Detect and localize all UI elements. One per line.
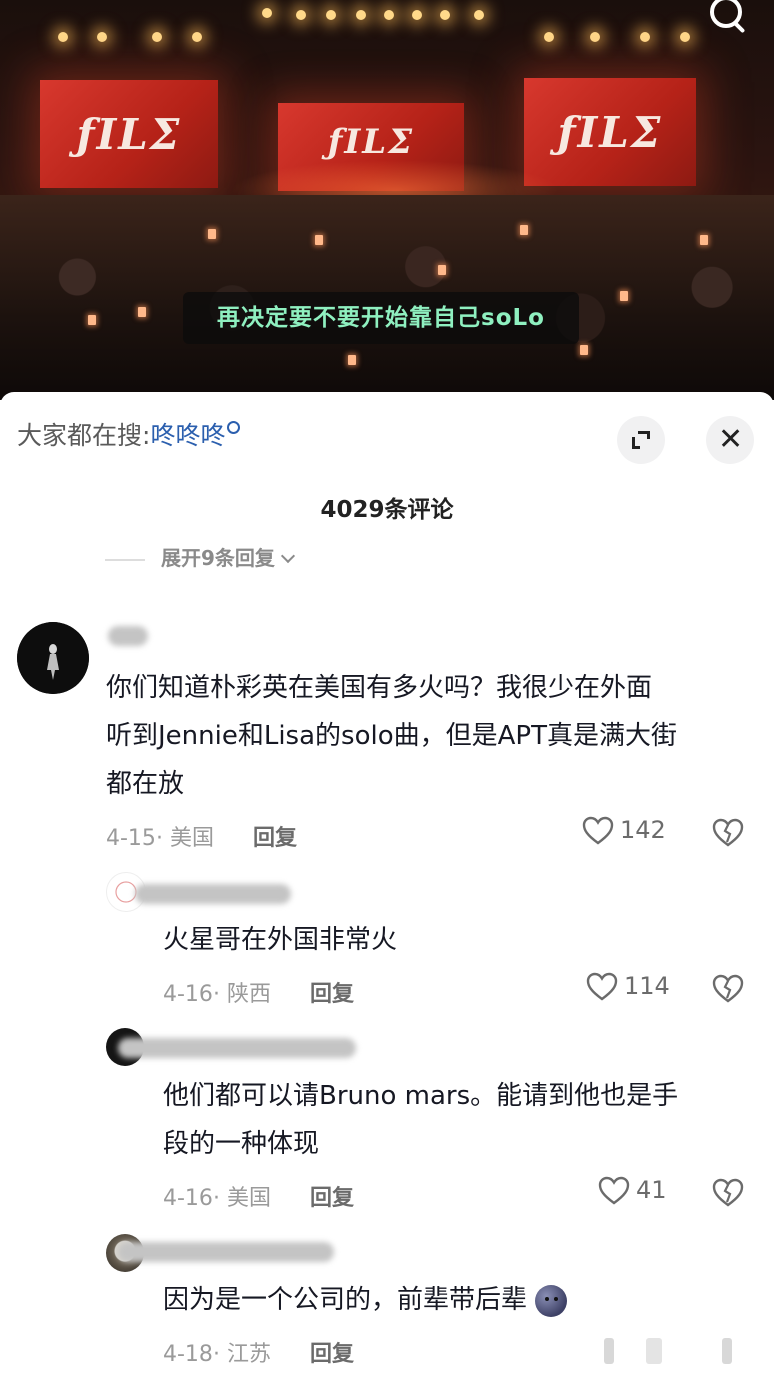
like-count: 114 [624, 972, 670, 1000]
crowd-phone [138, 307, 146, 317]
reply-text: 他们都可以请Bruno mars。能请到他也是手 段的一种体现 [163, 1072, 678, 1168]
watermark-icon [604, 1338, 732, 1364]
screen-logo: ƒILΣ [557, 108, 663, 158]
stage-light [412, 10, 422, 20]
broken-heart-icon [712, 974, 744, 1003]
reply-meta: 4-16· 美国 回复 [163, 1186, 354, 1211]
reply-location: 江苏 [226, 1342, 271, 1367]
username-blurred[interactable] [118, 1242, 334, 1262]
comment-count: 4029条评论 [320, 497, 454, 523]
stage-screen-left: ƒILΣ [40, 80, 218, 188]
reply-location: 陕西 [226, 982, 271, 1007]
expand-replies[interactable]: 展开9条回复 [105, 542, 295, 571]
reply-button[interactable]: 回复 [310, 982, 354, 1007]
crowd-phone [88, 315, 96, 325]
comment-location: 美国 [169, 826, 214, 851]
expand-button[interactable] [617, 416, 665, 464]
reply-button[interactable]: 回复 [310, 1342, 354, 1367]
close-button[interactable]: ✕ [706, 416, 754, 464]
reply-line: 因为是一个公司的，前辈带后辈 [163, 1285, 528, 1315]
reply-button[interactable]: 回复 [253, 826, 297, 851]
video-player[interactable]: ƒILΣ ƒILΣ ƒILΣ 再决定要不要开始靠自己soLo [0, 0, 774, 400]
reply-line: 他们都可以请Bruno mars。能请到他也是手 [163, 1081, 679, 1111]
reply-date: 4-18 [163, 1342, 213, 1367]
crowd-phone [438, 265, 446, 275]
broken-heart-icon [712, 1178, 744, 1207]
avatar[interactable] [17, 622, 89, 694]
stage-light [640, 32, 650, 42]
like-button[interactable]: 114 [586, 972, 670, 1002]
stage-light [296, 10, 306, 20]
stage-light [544, 32, 554, 42]
comment-line: 听到Jennie和Lisa的solo曲，但是APT真是满大街 [106, 721, 677, 751]
username-blurred[interactable] [135, 884, 291, 904]
close-icon: ✕ [718, 422, 744, 457]
crowd-phone [520, 225, 528, 235]
like-count: 142 [620, 816, 666, 844]
crowd-phone [208, 229, 216, 239]
heart-icon [582, 816, 614, 845]
expand-replies-label: 展开9条回复 [161, 546, 275, 570]
search-icon [227, 421, 241, 434]
stage-light [97, 32, 107, 42]
username-blurred[interactable] [108, 626, 148, 646]
stage-light [58, 32, 68, 42]
stage-light [384, 10, 394, 20]
comment-line: 都在放 [106, 769, 185, 799]
reply-location: 美国 [226, 1186, 271, 1211]
chevron-down-icon [280, 548, 295, 564]
like-button[interactable]: 142 [582, 816, 666, 846]
screen-logo: ƒILΣ [76, 110, 182, 160]
crowd-phone [315, 235, 323, 245]
stage-light [192, 32, 202, 42]
stage-light [262, 8, 272, 18]
avatar-figure-icon [17, 622, 89, 694]
crowd-phone [620, 291, 628, 301]
reply-button[interactable]: 回复 [310, 1186, 354, 1211]
dislike-button[interactable] [712, 974, 744, 1008]
trending-search-prefix: 大家都在搜: [17, 421, 151, 450]
reply-meta: 4-18· 江苏 回复 [163, 1342, 354, 1367]
stage-light [474, 10, 484, 20]
reply-line: 段的一种体现 [163, 1129, 320, 1159]
trending-search[interactable]: 大家都在搜:咚咚咚 [17, 416, 241, 452]
stage-light [440, 10, 450, 20]
stage-light [590, 32, 600, 42]
comment-date: 4-15 [106, 826, 156, 851]
username-blurred[interactable] [118, 1038, 356, 1058]
like-button[interactable]: 41 [598, 1176, 667, 1206]
like-count: 41 [636, 1176, 667, 1204]
reply-date: 4-16 [163, 982, 213, 1007]
dislike-button[interactable] [712, 818, 744, 852]
crowd-phone [580, 345, 588, 355]
comment-panel: 大家都在搜:咚咚咚 ✕ 4029条评论 展开9条回复 你们知道朴彩英在美国有多火… [0, 392, 774, 1378]
stage-light [326, 10, 336, 20]
stage-light [680, 32, 690, 42]
expand-icon [632, 431, 650, 449]
crowd-phone [700, 235, 708, 245]
watermark [600, 1336, 740, 1366]
comment-text: 你们知道朴彩英在美国有多火吗？我很少在外面 听到Jennie和Lisa的solo… [106, 664, 677, 808]
stage-light [356, 10, 366, 20]
dislike-button[interactable] [712, 1178, 744, 1212]
broken-heart-icon [712, 818, 744, 847]
video-subtitle: 再决定要不要开始靠自己soLo [183, 292, 579, 344]
trending-search-keyword[interactable]: 咚咚咚 [150, 421, 225, 450]
crowd-phone [348, 355, 356, 365]
search-icon[interactable] [706, 0, 746, 34]
comment-meta: 4-15· 美国 回复 [106, 826, 297, 851]
heart-icon [586, 972, 618, 1001]
reply-text: 因为是一个公司的，前辈带后辈 [163, 1276, 568, 1324]
comment-line: 你们知道朴彩英在美国有多火吗？我很少在外面 [106, 673, 653, 703]
stage-light [152, 32, 162, 42]
heart-icon [598, 1176, 630, 1205]
reply-date: 4-16 [163, 1186, 213, 1211]
divider [105, 558, 145, 561]
reply-text: 火星哥在外国非常火 [163, 925, 398, 955]
screen-logo: ƒILΣ [327, 122, 415, 163]
reply-meta: 4-16· 陕西 回复 [163, 982, 354, 1007]
moon-face-emoji [535, 1284, 568, 1317]
